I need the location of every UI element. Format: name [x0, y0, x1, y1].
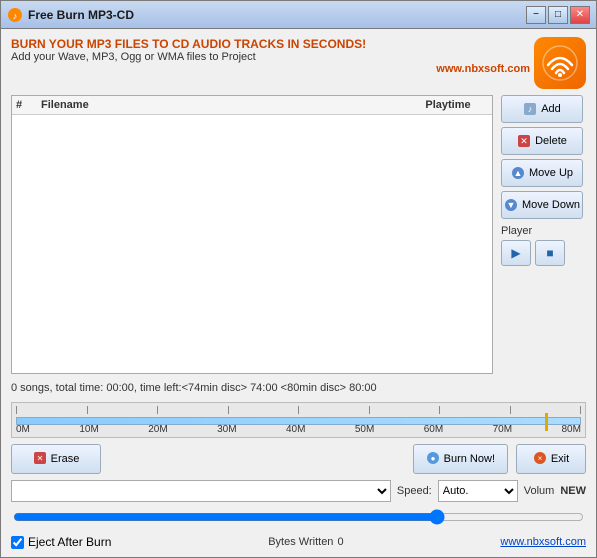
move-up-icon: ▲: [511, 166, 525, 180]
svg-text:●: ●: [430, 454, 435, 463]
move-up-label: Move Up: [529, 167, 573, 179]
speed-label: Speed:: [397, 485, 432, 497]
player-controls: ▶ ■: [501, 240, 586, 266]
ruler-label-20m: 20M: [148, 424, 167, 435]
stop-button[interactable]: ■: [535, 240, 565, 266]
svg-text:×: ×: [537, 454, 542, 463]
bytes-label: Bytes Written: [268, 536, 333, 548]
speed-select[interactable]: Auto.: [438, 480, 518, 502]
move-down-button[interactable]: ▼ Move Down: [501, 191, 583, 219]
ruler-label-70m: 70M: [493, 424, 512, 435]
titlebar: ♪ Free Burn MP3-CD − □ ✕: [1, 1, 596, 29]
svg-text:♪: ♪: [528, 104, 533, 114]
burn-icon: ●: [426, 451, 440, 468]
minimize-button[interactable]: −: [526, 6, 546, 24]
80min-marker: [585, 413, 586, 431]
ruler-container: 0M 10M 20M 30M 40M 50M 60M 70M 80M: [11, 402, 586, 438]
ruler-label-30m: 30M: [217, 424, 236, 435]
header-website: www.nbxsoft.com: [11, 63, 530, 75]
file-list-container: # Filename Playtime: [11, 95, 493, 374]
add-icon: ♪: [523, 102, 537, 116]
file-list-body[interactable]: [12, 115, 492, 373]
ruler-label-10m: 10M: [79, 424, 98, 435]
exit-label: Exit: [551, 453, 569, 465]
header-section: BURN YOUR MP3 FILES TO CD AUDIO TRACKS I…: [11, 37, 586, 89]
bottom-controls: ✕ Erase ● Burn Now! × Exit: [11, 444, 586, 474]
move-down-icon: ▼: [504, 198, 518, 212]
ruler-ticks: [16, 406, 581, 414]
maximize-button[interactable]: □: [548, 6, 568, 24]
svg-text:♪: ♪: [13, 11, 18, 21]
ruler-tick: [439, 406, 440, 414]
add-button[interactable]: ♪ Add: [501, 95, 583, 123]
ruler-label-60m: 60M: [424, 424, 443, 435]
ruler-tick: [16, 406, 17, 414]
ruler-label-50m: 50M: [355, 424, 374, 435]
eject-label: Eject After Burn: [28, 535, 111, 549]
close-button[interactable]: ✕: [570, 6, 590, 24]
wifi-logo-icon: [542, 45, 578, 81]
logo-badge: [534, 37, 586, 89]
header-text-block: BURN YOUR MP3 FILES TO CD AUDIO TRACKS I…: [11, 37, 534, 75]
col-playtime-header: Playtime: [408, 99, 488, 111]
footer-row: Eject After Burn Bytes Written 0 www.nbx…: [11, 535, 586, 549]
ruler-tick: [298, 406, 299, 414]
svg-text:▲: ▲: [514, 168, 523, 178]
volume-label: Volum: [524, 485, 555, 497]
erase-button[interactable]: ✕ Erase: [11, 444, 101, 474]
svg-text:✕: ✕: [36, 454, 43, 463]
volume-slider-row: [11, 508, 586, 529]
ruler-tick: [87, 406, 88, 414]
app-icon: ♪: [7, 7, 23, 23]
bytes-written-area: Bytes Written 0: [268, 536, 343, 548]
header-title: BURN YOUR MP3 FILES TO CD AUDIO TRACKS I…: [11, 37, 534, 51]
eject-checkbox[interactable]: [11, 536, 24, 549]
burn-button[interactable]: ● Burn Now!: [413, 444, 508, 474]
svg-text:✕: ✕: [520, 136, 528, 146]
ruler-label-0m: 0M: [16, 424, 30, 435]
side-buttons: ♪ Add ✕ Delete ▲ Move Up: [501, 95, 586, 374]
footer-website-link[interactable]: www.nbxsoft.com: [500, 536, 586, 548]
ruler-tick: [157, 406, 158, 414]
play-button[interactable]: ▶: [501, 240, 531, 266]
move-down-label: Move Down: [522, 199, 580, 211]
svg-text:▼: ▼: [506, 200, 515, 210]
player-label: Player: [501, 225, 586, 237]
main-panel: # Filename Playtime ♪ Add ✕: [11, 95, 586, 374]
volume-value: NEW: [560, 485, 586, 497]
player-section: Player ▶ ■: [501, 225, 586, 266]
bytes-value: 0: [337, 536, 343, 548]
ruler-label-40m: 40M: [286, 424, 305, 435]
main-window: ♪ Free Burn MP3-CD − □ ✕ BURN YOUR MP3 F…: [0, 0, 597, 558]
content-area: BURN YOUR MP3 FILES TO CD AUDIO TRACKS I…: [1, 29, 596, 557]
drive-select[interactable]: [11, 480, 391, 502]
exit-icon: ×: [533, 451, 547, 468]
ruler-label-80m: 80M: [561, 424, 580, 435]
delete-icon: ✕: [517, 134, 531, 148]
header-subtitle: Add your Wave, MP3, Ogg or WMA files to …: [11, 51, 534, 63]
volume-slider[interactable]: [13, 508, 584, 526]
window-controls: − □ ✕: [526, 6, 590, 24]
window-title: Free Burn MP3-CD: [28, 8, 526, 22]
delete-button[interactable]: ✕ Delete: [501, 127, 583, 155]
add-label: Add: [541, 103, 561, 115]
ruler-tick: [580, 406, 581, 414]
col-filename-header: Filename: [41, 99, 408, 111]
ruler-tick: [369, 406, 370, 414]
move-up-button[interactable]: ▲ Move Up: [501, 159, 583, 187]
status-bar: 0 songs, total time: 00:00, time left:<7…: [11, 380, 586, 396]
col-hash-header: #: [16, 99, 41, 111]
erase-icon: ✕: [33, 451, 47, 468]
delete-label: Delete: [535, 135, 567, 147]
ruler-labels: 0M 10M 20M 30M 40M 50M 60M 70M 80M: [16, 424, 581, 435]
eject-checkbox-area: Eject After Burn: [11, 535, 111, 549]
ruler-tick: [228, 406, 229, 414]
exit-button[interactable]: × Exit: [516, 444, 586, 474]
ruler-tick: [510, 406, 511, 414]
burn-label: Burn Now!: [444, 453, 495, 465]
erase-label: Erase: [51, 453, 80, 465]
file-list-header: # Filename Playtime: [12, 96, 492, 115]
dropdown-row: Speed: Auto. Volum NEW: [11, 480, 586, 502]
